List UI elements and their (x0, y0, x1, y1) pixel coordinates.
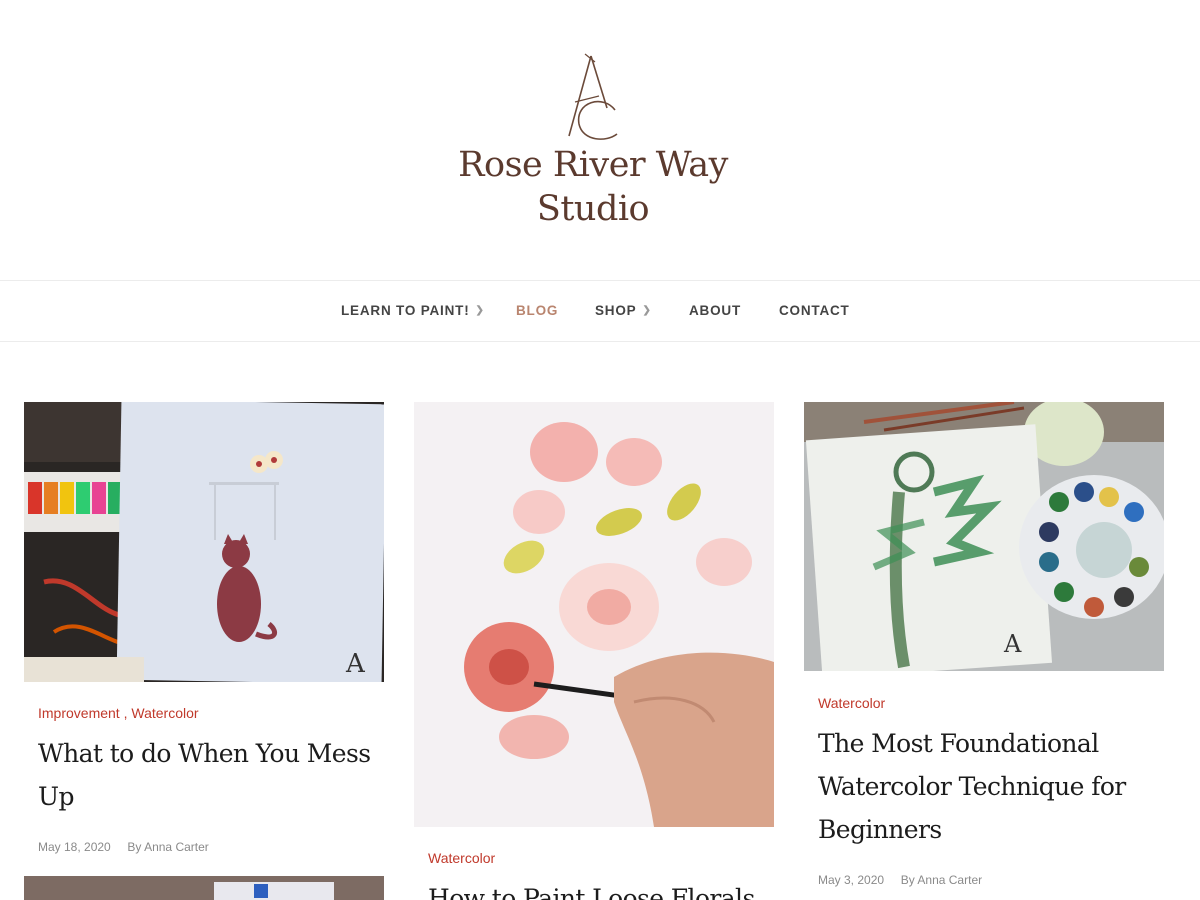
site-title[interactable]: Rose River Way Studio (393, 143, 793, 231)
post-categories: Improvement , Watercolor (38, 705, 199, 721)
chevron-down-icon: ❯ (642, 305, 652, 316)
post-title[interactable]: The Most Foundational Watercolor Techniq… (818, 722, 1168, 851)
site-header: Rose River Way Studio (0, 0, 1200, 280)
nav-item-label: LEARN TO PAINT! (341, 303, 470, 318)
post-thumbnail[interactable] (24, 876, 384, 900)
nav-item-blog[interactable]: BLOG (516, 303, 558, 318)
svg-text:A: A (345, 649, 366, 679)
post-title[interactable]: How to Paint Loose Florals (428, 877, 768, 900)
post-categories: Watercolor (428, 850, 495, 866)
category-link[interactable]: Watercolor (818, 695, 885, 711)
post-date[interactable]: May 3, 2020 (818, 873, 884, 887)
post-thumbnail[interactable]: A (804, 402, 1164, 671)
post-meta: May 18, 2020 By Anna Carter (38, 840, 209, 854)
category-link[interactable]: Watercolor (131, 705, 198, 721)
nav-item-label: CONTACT (779, 303, 850, 318)
site-logo[interactable] (555, 50, 625, 145)
post-date[interactable]: May 18, 2020 (38, 840, 111, 854)
main-nav: LEARN TO PAINT! ❯ BLOG SHOP ❯ ABOUT CONT… (0, 280, 1200, 342)
nav-item-shop[interactable]: SHOP ❯ (595, 303, 652, 318)
nav-item-learn-to-paint[interactable]: LEARN TO PAINT! ❯ (341, 303, 485, 318)
post-categories: Watercolor (818, 695, 885, 711)
nav-item-label: BLOG (516, 303, 559, 318)
post-thumbnail[interactable]: A (24, 402, 384, 682)
post-author[interactable]: By Anna Carter (901, 873, 982, 887)
nav-item-label: SHOP (595, 303, 637, 318)
post-author[interactable]: By Anna Carter (127, 840, 208, 854)
nav-item-contact[interactable]: CONTACT (779, 303, 850, 318)
post-title[interactable]: What to do When You Mess Up (38, 732, 378, 818)
nav-item-label: ABOUT (689, 303, 741, 318)
category-separator: , (123, 705, 128, 721)
category-link[interactable]: Improvement (38, 705, 120, 721)
chevron-down-icon: ❯ (475, 305, 485, 316)
category-link[interactable]: Watercolor (428, 850, 495, 866)
post-thumbnail[interactable] (414, 402, 774, 827)
nav-item-about[interactable]: ABOUT (689, 303, 741, 318)
svg-text:A: A (1003, 630, 1022, 658)
post-meta: May 3, 2020 By Anna Carter (818, 873, 982, 887)
site-title-line-1: Rose River Way (458, 145, 728, 185)
site-title-line-2: Studio (536, 189, 650, 229)
